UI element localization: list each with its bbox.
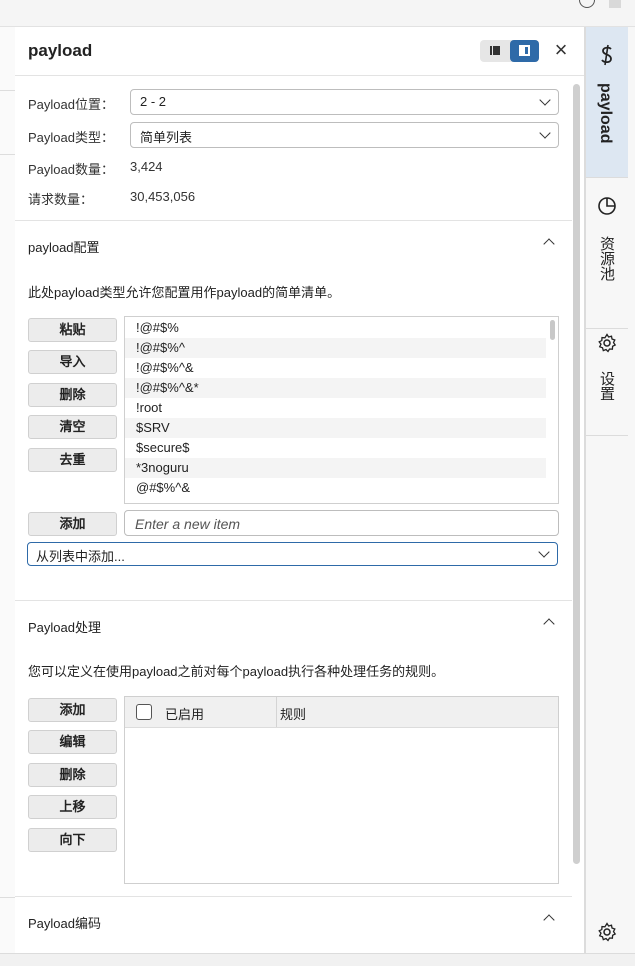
remove-rule-button[interactable]: 删除 [28,763,117,787]
list-item[interactable]: !root [125,398,546,418]
tab-settings[interactable]: 设置 [586,329,628,436]
position-value: 2 - 2 [140,94,167,109]
add-item-button[interactable]: 添加 [28,512,117,536]
left-edge [0,27,15,953]
remove-button[interactable]: 删除 [28,383,117,407]
dollar-icon [601,44,612,66]
processing-description: 您可以定义在使用payload之前对每个payload执行各种处理任务的规则。 [28,664,445,679]
add-rule-button[interactable]: 添加 [28,698,117,722]
type-select[interactable]: 简单列表 [130,122,559,148]
position-label: Payload位置： [28,97,114,112]
rules-table-header: 已启用 规则 [125,697,558,728]
add-from-list-value: 从列表中添加... [36,549,125,564]
request-label: 请求数量： [28,192,94,207]
chevron-down-icon [538,546,550,558]
add-from-list-select[interactable]: 从列表中添加... [27,542,558,566]
column-separator[interactable] [276,697,277,727]
layout-right-button[interactable] [510,40,539,62]
tab-resource-pool[interactable]: 资源池 [586,178,628,329]
rules-table: 已启用 规则 [124,696,559,884]
gear-icon [598,333,617,353]
move-down-button[interactable]: 向下 [28,828,117,852]
top-strip [0,0,635,27]
new-item-field[interactable] [124,510,559,537]
list-scrollbar[interactable] [550,320,555,340]
list-item[interactable]: $SRV [125,418,546,438]
column-rule[interactable]: 规则 [280,704,306,723]
clear-button[interactable]: 清空 [28,415,117,439]
tab-resource-pool-label: 资源池 [598,236,615,281]
layout-left-button[interactable] [480,40,509,62]
payload-config-description: 此处payload类型允许您配置用作payload的简单清单。 [28,285,341,300]
collapse-icon[interactable] [543,914,555,926]
divider [15,600,572,601]
panel-title: payload [28,41,93,60]
type-value: 简单列表 [140,130,193,145]
list-item[interactable]: !@#$%^& [125,358,546,378]
count-label: Payload数量： [28,162,114,177]
panel-layout-icon [519,45,530,56]
tab-settings-label: 设置 [598,371,615,401]
collapse-icon[interactable] [543,238,555,250]
payload-config-title: payload配置 [28,240,100,255]
request-value: 30,453,056 [130,189,196,204]
edit-rule-button[interactable]: 编辑 [28,730,117,754]
chevron-down-icon [539,94,551,106]
processing-title: Payload处理 [28,620,101,635]
payload-panel: payload × Payload位置： 2 - 2 Payload类型： 简单… [15,27,585,953]
list-item[interactable]: !@#$%^&* [125,378,546,398]
close-icon[interactable]: × [551,39,571,61]
list-layout-icon [490,46,500,55]
payload-list[interactable]: !@#$% !@#$%^ !@#$%^& !@#$%^&* !root $SRV… [124,316,559,504]
bottom-strip [0,953,635,966]
new-item-input[interactable] [125,511,557,537]
panel-scrollbar[interactable] [573,84,580,864]
list-item[interactable]: !@#$% [125,318,546,338]
panel-header: payload × [15,27,584,76]
move-up-button[interactable]: 上移 [28,795,117,819]
chevron-down-icon [539,127,551,139]
position-select[interactable]: 2 - 2 [130,89,559,115]
divider [15,896,572,897]
layout-toggle[interactable] [480,40,539,62]
enable-all-checkbox[interactable] [136,704,152,720]
count-value: 3,424 [130,159,163,174]
list-item[interactable]: !@#$%^ [125,338,546,358]
pie-chart-icon [598,197,616,215]
list-item[interactable]: $secure$ [125,438,546,458]
gear-icon[interactable] [597,922,617,942]
list-item[interactable]: *3noguru [125,458,546,478]
search-icon[interactable] [579,0,595,8]
right-sidebar: payload 资源池 设置 [585,27,635,953]
tab-payload-label: payload [597,83,614,144]
column-enabled[interactable]: 已启用 [165,704,204,723]
paste-button[interactable]: 粘贴 [28,318,117,342]
corner-tab [609,0,621,8]
collapse-icon[interactable] [543,618,555,630]
encoding-title: Payload编码 [28,916,101,931]
list-item[interactable]: @#$%^& [125,478,546,498]
type-label: Payload类型： [28,130,114,145]
import-button[interactable]: 导入 [28,350,117,374]
deduplicate-button[interactable]: 去重 [28,448,117,472]
divider [15,220,572,221]
tab-payload[interactable]: payload [586,27,628,178]
